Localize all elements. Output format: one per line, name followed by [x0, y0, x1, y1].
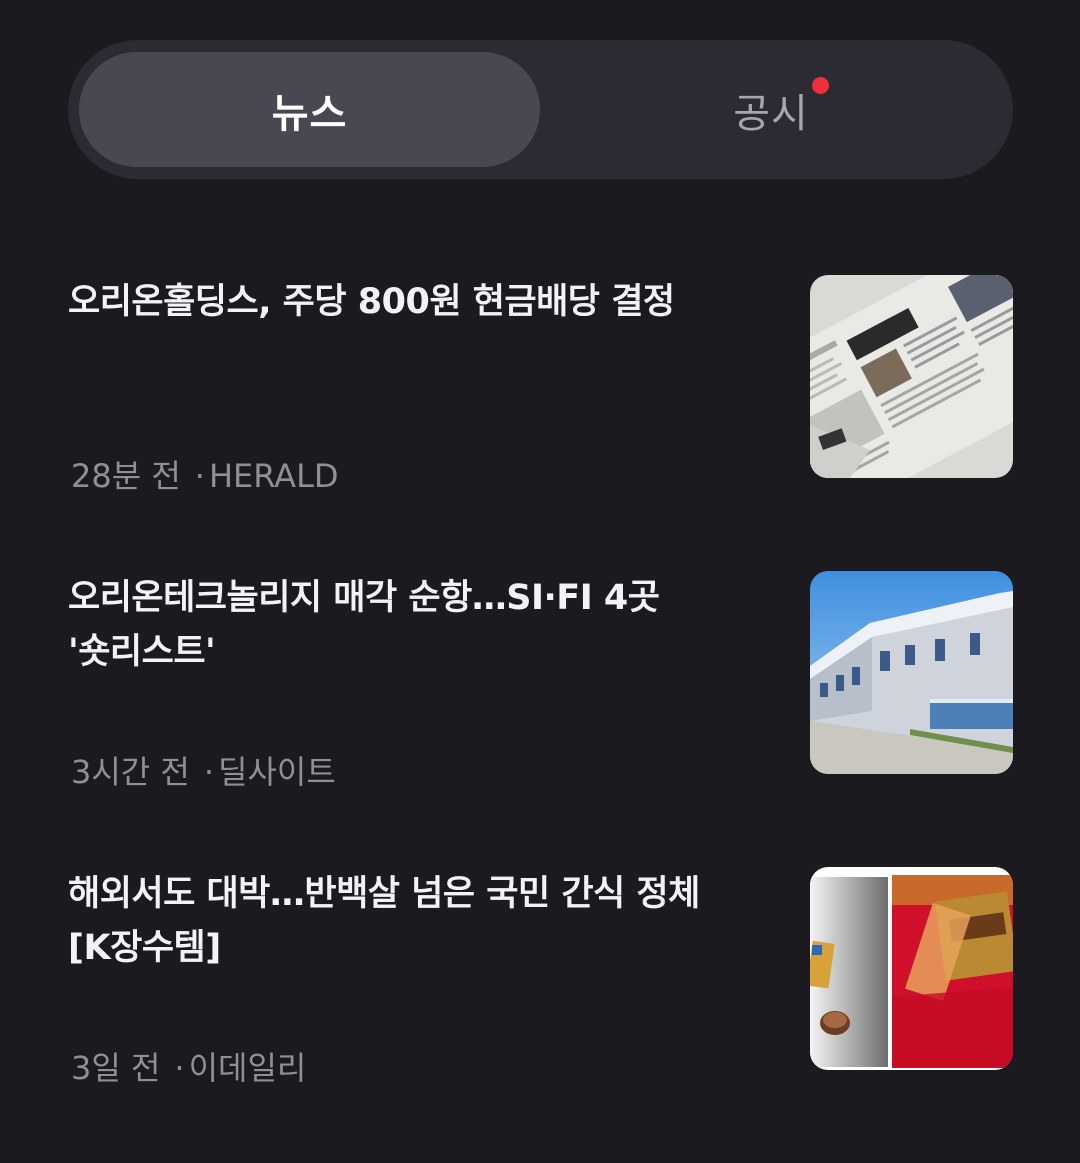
news-title: 오리온홀딩스, 주당 800원 현금배당 결정 — [68, 282, 675, 322]
tab-disclosure-label: 공시 — [733, 90, 809, 137]
tab-news[interactable]: 뉴스 — [79, 52, 540, 167]
news-source: 이데일리 — [188, 1049, 307, 1087]
news-title: 해외서도 대박…반백살 넘은 국민 간식 정체[K장수템] — [68, 874, 700, 968]
news-item[interactable]: 해외서도 대박…반백살 넘은 국민 간식 정체[K장수템] 3일 전 · 이데일리 — [68, 867, 1013, 1087]
news-source: HERALD — [208, 457, 339, 495]
tab-news-label: 뉴스 — [271, 90, 348, 137]
newspaper-thumbnail — [810, 275, 1013, 478]
news-time: 3일 전 — [71, 1049, 161, 1087]
news-item[interactable]: 오리온테크놀리지 매각 순항…SI·FI 4곳 '숏리스트' 3시간 전 · 딜사이… — [68, 571, 1013, 791]
snack-thumbnail — [810, 867, 1013, 1070]
news-title: 오리온테크놀리지 매각 순항…SI·FI 4곳 '숏리스트' — [68, 578, 660, 672]
segmented-tab-bar: 뉴스 공시 — [68, 40, 1013, 179]
tab-disclosure[interactable]: 공시 — [540, 52, 1002, 167]
news-item[interactable]: 오리온홀딩스, 주당 800원 현금배당 결정 28분 전 · HERALD — [68, 275, 1013, 495]
news-meta: 3시간 전 · 딜사이트 — [71, 753, 336, 791]
news-meta: 28분 전 · HERALD — [71, 457, 339, 495]
news-time: 28분 전 — [71, 457, 181, 495]
news-meta: 3일 전 · 이데일리 — [71, 1049, 307, 1087]
factory-thumbnail — [810, 571, 1013, 774]
notification-dot-icon — [811, 76, 829, 94]
news-time: 3시간 전 — [71, 753, 190, 791]
news-source: 딜사이트 — [218, 753, 336, 791]
